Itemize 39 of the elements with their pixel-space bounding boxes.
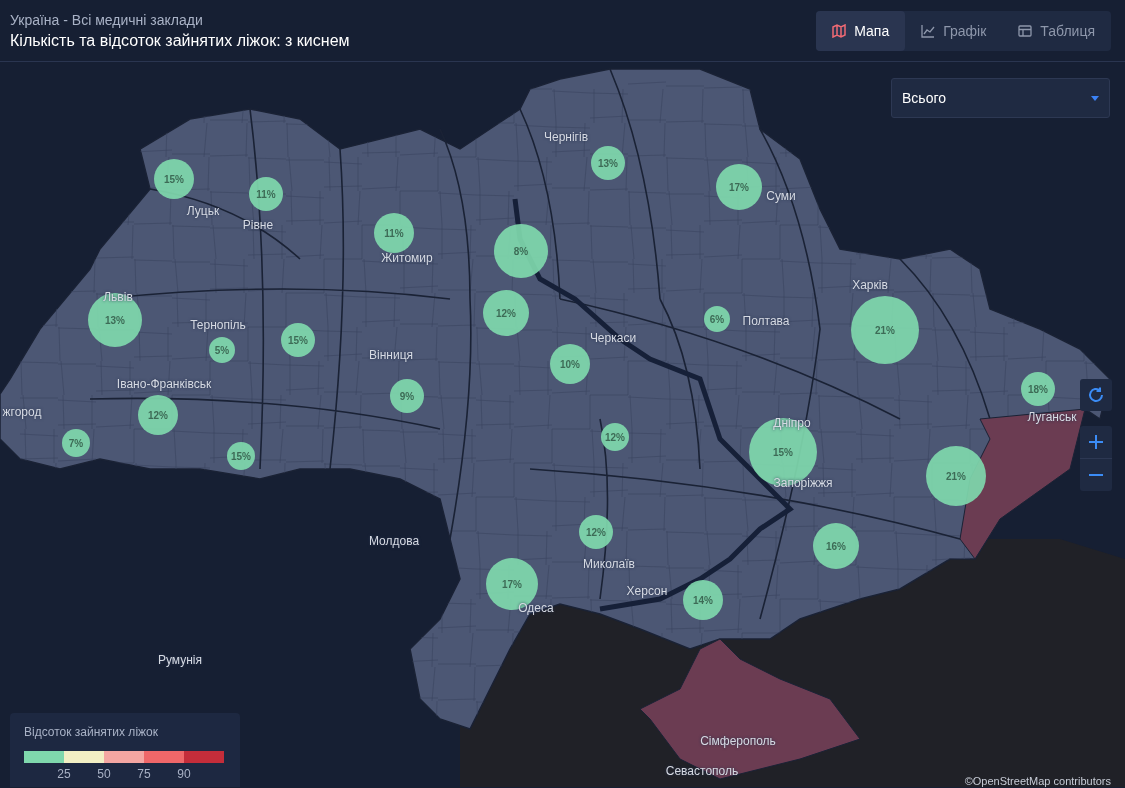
page-title: Кількість та відсоток зайнятих ліжок: з киснем bbox=[10, 31, 350, 49]
line-chart-icon bbox=[921, 23, 936, 38]
legend-title: Відсоток зайнятих ліжок bbox=[24, 725, 159, 739]
place-label: Суми bbox=[766, 189, 796, 203]
place-label: Сімферополь bbox=[700, 734, 776, 748]
place-label: Чернігів bbox=[543, 130, 589, 144]
legend-tick: 25 bbox=[56, 767, 72, 781]
place-label: Черкаси bbox=[589, 331, 637, 345]
legend-tick: 90 bbox=[176, 767, 192, 781]
view-tab[interactable]: Таблиця bbox=[1002, 10, 1111, 51]
dropdown[interactable]: Всього bbox=[891, 78, 1110, 118]
place-label: Луцьк bbox=[186, 204, 220, 218]
place-label: Румунія bbox=[158, 653, 202, 667]
place-label: жгород bbox=[2, 405, 42, 419]
place-label: Житомир bbox=[381, 251, 433, 265]
place-label: Івано-Франківськ bbox=[116, 377, 212, 391]
minus-icon bbox=[1088, 474, 1104, 476]
place-label: Харків bbox=[852, 278, 888, 292]
place-label: Рівне bbox=[242, 218, 274, 232]
place-label: Миколаїв bbox=[583, 557, 635, 571]
plus-icon bbox=[1088, 434, 1104, 450]
table-icon bbox=[1018, 23, 1033, 38]
place-label: Луганськ bbox=[1027, 410, 1077, 424]
attribution: ©OpenStreetMap contributors bbox=[964, 775, 1111, 787]
refresh-icon bbox=[1087, 386, 1105, 404]
place-label: Херсон bbox=[626, 584, 668, 598]
place-label: Вінниця bbox=[369, 348, 413, 362]
place-label: Львів bbox=[103, 290, 133, 304]
place-label: Тернопіль bbox=[190, 318, 246, 332]
place-label: Полтава bbox=[742, 314, 790, 328]
view-tab[interactable]: Мапа bbox=[816, 10, 906, 51]
breadcrumb: Україна - Всі медичні заклади bbox=[10, 11, 204, 28]
view-tab[interactable]: Графік bbox=[905, 10, 1003, 51]
map-icon bbox=[832, 23, 847, 38]
caret-icon bbox=[1091, 95, 1099, 101]
place-label: Севастополь bbox=[665, 764, 739, 778]
place-label: Молдова bbox=[368, 534, 420, 548]
legend-tick: 50 bbox=[96, 767, 112, 781]
legend-tick: 75 bbox=[136, 767, 152, 781]
